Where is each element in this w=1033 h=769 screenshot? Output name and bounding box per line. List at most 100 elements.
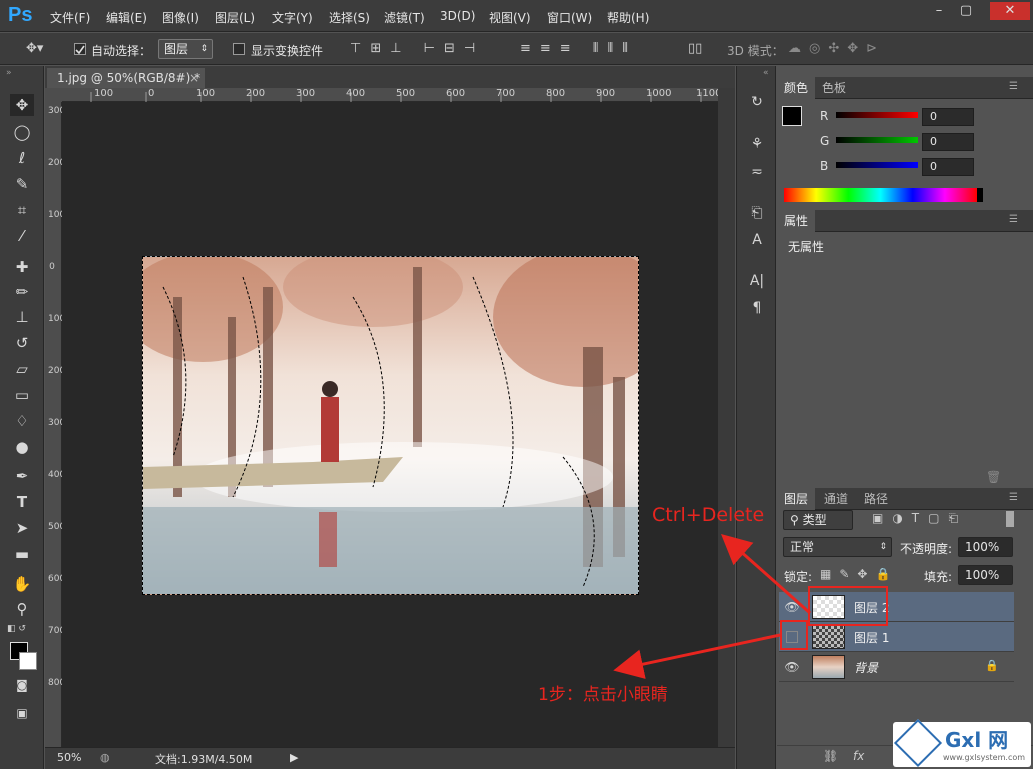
close-button[interactable]: ✕ xyxy=(990,2,1030,20)
menu-type[interactable]: 文字(Y) xyxy=(272,9,313,26)
move-tool-icon[interactable]: ✥ xyxy=(10,94,34,116)
ruler-label: 300 xyxy=(48,106,66,116)
auto-select-target-value: 图层 xyxy=(164,42,189,56)
document-image[interactable] xyxy=(142,256,639,595)
tab-paths[interactable]: 路径 xyxy=(857,488,895,510)
lasso-tool-icon[interactable]: ℓ xyxy=(10,147,34,169)
menu-help[interactable]: 帮助(H) xyxy=(607,9,649,26)
ruler-label: 300 xyxy=(296,88,316,99)
opacity-value: 100% xyxy=(965,540,1000,554)
opacity-input[interactable]: 100% xyxy=(958,537,1013,557)
auto-align-icon[interactable]: ▯▯ xyxy=(688,41,702,56)
menu-file[interactable]: 文件(F) xyxy=(50,9,90,26)
auto-select-checkbox[interactable] xyxy=(74,43,86,55)
menu-filter[interactable]: 滤镜(T) xyxy=(384,9,425,26)
status-info-icon[interactable]: ◍ xyxy=(100,751,110,764)
history-brush-tool-icon[interactable]: ↺ xyxy=(10,332,34,354)
value-b[interactable]: 0 xyxy=(922,158,974,176)
distribute-icons[interactable]: ≡≡≡ ⦀⦀⦀ xyxy=(520,41,637,56)
fill-input[interactable]: 100% xyxy=(958,565,1013,585)
menu-window[interactable]: 窗口(W) xyxy=(547,9,592,26)
paragraph-panel-icon[interactable]: ¶ xyxy=(745,297,769,319)
panel-menu-icon[interactable]: ☰ xyxy=(1009,214,1018,225)
quick-select-tool-icon[interactable]: ✎ xyxy=(10,173,34,195)
slider-track-r[interactable] xyxy=(836,112,918,118)
menu-image[interactable]: 图像(I) xyxy=(162,9,199,26)
shape-tool-icon[interactable]: ▬ xyxy=(10,543,34,565)
fx-icon[interactable]: fx xyxy=(853,749,864,763)
crop-tool-icon[interactable]: ⌗ xyxy=(10,199,34,221)
history-panel-icon[interactable]: ↻ xyxy=(745,91,769,113)
swap-colors-icon[interactable]: ◧ ↺ xyxy=(7,624,26,634)
menu-view[interactable]: 视图(V) xyxy=(489,9,531,26)
character-panel-icon[interactable]: A| xyxy=(745,270,769,292)
document-size: 文档:1.93M/4.50M xyxy=(155,753,253,766)
eraser-tool-icon[interactable]: ▱ xyxy=(10,358,34,380)
3d-mode-label: 3D 模式： xyxy=(727,44,784,58)
auto-select-target-select[interactable]: 图层 ⇕ xyxy=(158,39,213,59)
document-title: 1.jpg @ 50%(RGB/8#) * xyxy=(57,71,201,85)
zoom-level[interactable]: 50% xyxy=(57,751,81,764)
dodge-tool-icon[interactable]: ● xyxy=(10,436,34,458)
hand-tool-icon[interactable]: ✋ xyxy=(10,573,34,595)
type-tool-icon[interactable]: T xyxy=(10,491,34,513)
value-r[interactable]: 0 xyxy=(922,108,974,126)
collapse-dock-icon[interactable]: « xyxy=(763,68,769,78)
tab-swatches[interactable]: 色板 xyxy=(815,77,853,99)
layers-panel-tabs: 图层 通道 路径 ☰ xyxy=(777,488,1033,510)
show-transform-checkbox[interactable] xyxy=(233,43,245,55)
trash-icon[interactable]: 🗑 xyxy=(986,470,1001,484)
annotation-step1: 1步：点击小眼睛 xyxy=(538,685,668,705)
lock-icons[interactable]: ▦✎✥🔒 xyxy=(820,567,898,581)
marquee-tool-icon[interactable]: ◯ xyxy=(10,121,34,143)
link-icon[interactable]: ⛓ xyxy=(823,749,838,763)
ruler-horizontal: 100 0 100 200 300 400 500 600 700 800 90… xyxy=(62,88,721,102)
ruler-label: 100 xyxy=(94,88,114,99)
ruler-label: 700 xyxy=(496,88,516,99)
panel-menu-icon[interactable]: ☰ xyxy=(1009,492,1018,503)
pen-tool-icon[interactable]: ✒ xyxy=(10,465,34,487)
collapse-icon[interactable]: » xyxy=(6,68,12,78)
watermark-logo xyxy=(893,718,943,768)
value-g[interactable]: 0 xyxy=(922,133,974,151)
eyedropper-tool-icon[interactable]: ⁄ xyxy=(10,225,34,247)
screen-mode-icon[interactable]: ▣ xyxy=(10,702,34,724)
tab-layers[interactable]: 图层 xyxy=(777,488,816,510)
close-tab-icon[interactable]: × xyxy=(189,68,199,88)
menu-3d[interactable]: 3D(D) xyxy=(440,9,475,23)
minimize-button[interactable]: – xyxy=(926,2,952,20)
document-tab[interactable]: 1.jpg @ 50%(RGB/8#) * × xyxy=(47,68,205,88)
menu-layer[interactable]: 图层(L) xyxy=(215,9,255,26)
zoom-tool-icon[interactable]: ⚲ xyxy=(10,598,34,620)
status-menu-arrow-icon[interactable]: ▶ xyxy=(290,751,298,764)
slider-track-g[interactable] xyxy=(836,137,918,143)
clone-stamp-tool-icon[interactable]: ⊥ xyxy=(10,306,34,328)
3d-mode-icons[interactable]: ☁◎✣✥⊳ xyxy=(788,41,885,56)
clone-source-panel-icon[interactable]: ⎗ xyxy=(745,202,769,224)
menu-select[interactable]: 选择(S) xyxy=(329,9,370,26)
menu-edit[interactable]: 编辑(E) xyxy=(106,9,147,26)
maximize-button[interactable]: ▢ xyxy=(953,2,979,20)
move-tool-preset-icon[interactable]: ✥▾ xyxy=(26,41,43,56)
gradient-tool-icon[interactable]: ▭ xyxy=(10,384,34,406)
filter-toggle[interactable] xyxy=(1006,511,1014,527)
tab-properties[interactable]: 属性 xyxy=(777,210,816,232)
brush-panel-icon[interactable]: ⚘ xyxy=(745,133,769,155)
brush-presets-panel-icon[interactable]: ≂ xyxy=(745,161,769,183)
healing-brush-tool-icon[interactable]: ✚ xyxy=(10,256,34,278)
character-styles-panel-icon[interactable]: A xyxy=(745,229,769,251)
brush-tool-icon[interactable]: ✏ xyxy=(10,281,34,303)
background-color-swatch[interactable] xyxy=(19,652,37,670)
tab-channels[interactable]: 通道 xyxy=(817,488,855,510)
align-icons[interactable]: ⊤⊞⊥ ⊢⊟⊣ xyxy=(350,41,484,56)
quick-mask-icon[interactable]: ◙ xyxy=(10,674,34,696)
ruler-label: 800 xyxy=(546,88,566,99)
blur-tool-icon[interactable]: ♢ xyxy=(10,410,34,432)
color-spectrum-bar[interactable] xyxy=(784,188,983,202)
show-transform-label: 显示变换控件 xyxy=(251,44,324,58)
slider-track-b[interactable] xyxy=(836,162,918,168)
path-select-tool-icon[interactable]: ➤ xyxy=(10,517,34,539)
layer-filter-icons[interactable]: ▣◑T▢⎗ xyxy=(872,511,967,526)
panel-menu-icon[interactable]: ☰ xyxy=(1009,81,1018,92)
tab-color[interactable]: 颜色 xyxy=(777,77,816,99)
